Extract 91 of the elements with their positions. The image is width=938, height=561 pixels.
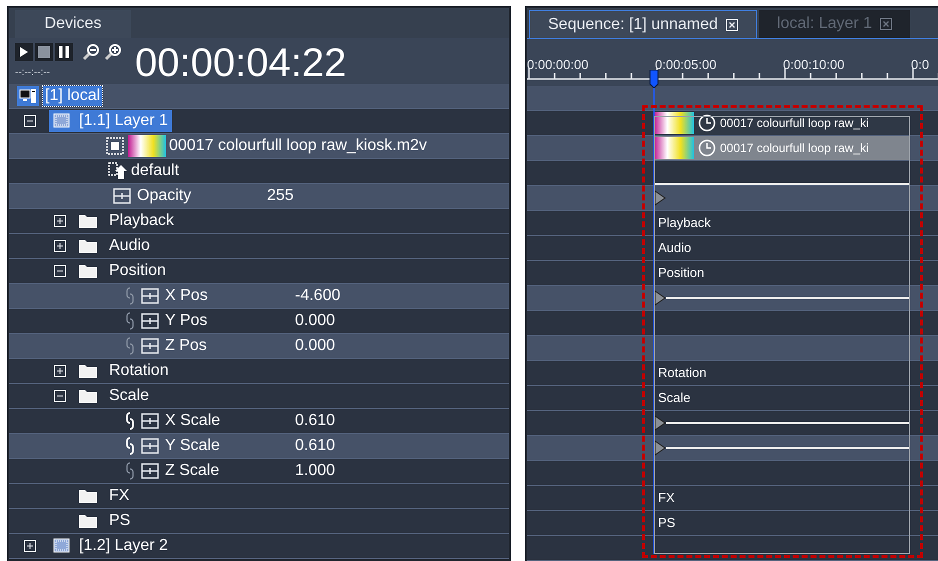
tree-item[interactable]: Y Pos (165, 309, 289, 333)
pause-icon (59, 46, 69, 58)
keyframe-marker-icon[interactable] (654, 190, 666, 206)
time-ruler[interactable]: 0:00:00:00 0:00:05:00 0:00:10:00 0:0 (527, 39, 938, 86)
parameter-icon (141, 463, 159, 479)
tree-item[interactable]: 00017 colourfull loop raw_kiosk.m2v (169, 134, 427, 158)
tree-item[interactable]: [1.2] Layer 2 (49, 535, 172, 557)
collapse-icon[interactable] (54, 265, 66, 277)
clip-label: 00017 colourfull loop raw_ki (720, 115, 869, 132)
parameter-value[interactable]: 255 (267, 184, 294, 208)
play-icon (20, 46, 28, 57)
parameter-icon (141, 438, 159, 454)
folder-icon (79, 364, 97, 378)
parameter-icon (141, 313, 159, 329)
track-label: PS (657, 514, 676, 532)
folder-icon (79, 264, 97, 278)
tree-item[interactable]: Audio (109, 234, 150, 258)
timecode-display: 00:00:04:22 (135, 42, 346, 84)
parameter-value[interactable]: 0.610 (295, 409, 336, 433)
parameter-value[interactable]: 0.610 (295, 434, 336, 458)
sequence-tab[interactable]: Sequence: [1] unnamed (529, 10, 757, 38)
stop-icon (38, 46, 50, 58)
pause-button[interactable] (55, 42, 73, 61)
folder-icon (79, 389, 97, 403)
tree-item[interactable]: Position (109, 259, 166, 283)
parameter-value[interactable]: 0.000 (295, 309, 336, 333)
parameter-icon (141, 338, 159, 354)
stop-button[interactable] (35, 42, 53, 61)
ruler-label: 0:0 (911, 56, 930, 74)
tree-item[interactable]: Y Scale (165, 434, 289, 458)
keyframe-marker-icon[interactable] (654, 290, 666, 306)
parameter-icon (113, 188, 131, 204)
expand-icon[interactable] (24, 540, 36, 552)
tree-item[interactable]: FX (109, 484, 130, 508)
tree-item[interactable]: Opacity (137, 184, 261, 208)
computer-icon (17, 86, 39, 106)
tree-item[interactable]: Rotation (109, 359, 169, 383)
parameter-value[interactable]: 0.000 (295, 334, 336, 358)
thumbnail-placeholder (654, 112, 694, 134)
clip-bar[interactable]: 00017 colourfull loop raw_ki (654, 111, 910, 135)
parameter-value[interactable]: 1.000 (295, 459, 336, 483)
play-button[interactable] (15, 42, 33, 61)
tree-item[interactable]: Z Scale (165, 459, 289, 483)
expand-icon[interactable] (54, 365, 66, 377)
tree-item[interactable]: default (131, 159, 180, 183)
preset-icon (107, 161, 129, 181)
track-label: Rotation (657, 364, 706, 382)
folder-icon (79, 214, 97, 228)
folder-icon (79, 514, 97, 528)
collapse-icon[interactable] (24, 115, 36, 127)
track-label: Scale (657, 389, 691, 408)
timecode-secondary: --:--:--:-- (15, 68, 51, 78)
tree-item[interactable]: PS (109, 509, 130, 533)
track-label: Position (657, 264, 704, 282)
tree-item[interactable]: X Scale (165, 409, 289, 433)
track-label: Playback (657, 214, 711, 232)
clip-bar[interactable]: 00017 colourfull loop raw_ki (654, 136, 910, 160)
ruler-label: 0:00:05:00 (655, 56, 718, 74)
track-label: FX (657, 489, 675, 508)
clock-icon (698, 139, 716, 157)
panel-tab[interactable]: Devices (15, 10, 131, 38)
close-icon[interactable] (880, 18, 892, 30)
tree-item[interactable]: X Pos (165, 284, 289, 308)
keyframe-marker-icon[interactable] (654, 440, 666, 456)
collapse-icon[interactable] (54, 390, 66, 402)
layer-icon (53, 538, 71, 554)
tree-item[interactable]: Z Pos (165, 334, 289, 358)
track-label: Audio (657, 239, 692, 258)
zoom-in-icon[interactable] (103, 42, 123, 62)
zoom-out-icon[interactable] (81, 42, 101, 62)
expand-icon[interactable] (54, 240, 66, 252)
ruler-label: 0:00:10:00 (783, 56, 846, 74)
clip-label: 00017 colourfull loop raw_ki (720, 140, 869, 157)
folder-icon (79, 489, 97, 503)
clock-icon (698, 114, 716, 132)
playhead-marker[interactable] (649, 70, 659, 554)
tree-item[interactable]: Scale (109, 384, 150, 408)
layer-icon (53, 113, 71, 129)
parameter-value[interactable]: -4.600 (295, 284, 340, 308)
parameter-icon (141, 288, 159, 304)
folder-icon (79, 239, 97, 253)
ruler-label: 0:00:00:00 (527, 56, 590, 74)
parameter-icon (141, 413, 159, 429)
keyframe-marker-icon[interactable] (654, 415, 666, 431)
tree-item[interactable]: [1] local (43, 86, 102, 106)
thumbnail-placeholder (128, 135, 166, 157)
film-icon (105, 136, 125, 156)
tree-item[interactable]: [1.1] Layer 1 (49, 110, 172, 132)
tree-item[interactable]: Playback (109, 209, 174, 233)
thumbnail-placeholder (654, 137, 694, 159)
expand-icon[interactable] (54, 215, 66, 227)
